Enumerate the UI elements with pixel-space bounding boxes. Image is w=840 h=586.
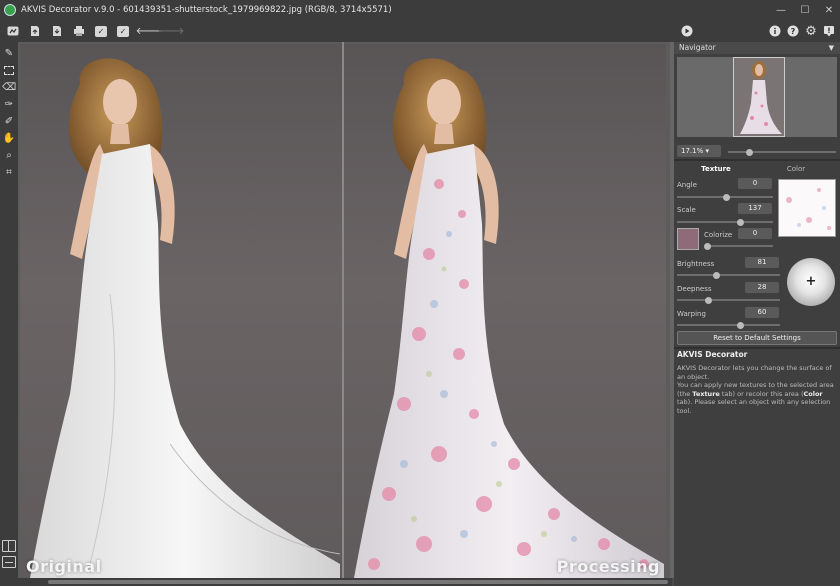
processing-label: Processing	[556, 557, 660, 576]
deepness-label: Deepness	[677, 285, 712, 293]
mode-tabs: Texture Color	[674, 162, 840, 176]
separator	[674, 347, 840, 349]
colorize-input[interactable]: 0	[738, 228, 772, 239]
eraser-icon[interactable]: ⌫	[2, 80, 16, 94]
scrollbar-thumb[interactable]	[48, 580, 668, 584]
settings-icon[interactable]: ⚙	[802, 22, 820, 40]
home-icon[interactable]	[4, 22, 22, 40]
selection-brush-icon[interactable]: ✎	[2, 46, 16, 60]
run-icon[interactable]	[678, 22, 696, 40]
angle-slider-knob[interactable]	[723, 193, 730, 201]
zoom-icon[interactable]: ⌕	[2, 148, 16, 162]
crop-icon[interactable]: ⌗	[2, 165, 16, 179]
brightness-label: Brightness	[677, 260, 715, 268]
light-direction-control[interactable]: +	[787, 258, 835, 306]
minimize-button[interactable]: —	[768, 0, 794, 20]
reset-defaults-button[interactable]: Reset to Default Settings	[677, 331, 837, 345]
warping-input[interactable]: 60	[745, 307, 779, 318]
angle-label: Angle	[677, 181, 697, 189]
original-label: Original	[26, 557, 102, 576]
help-text: AKVIS Decorator lets you change the surf…	[677, 364, 837, 415]
original-pane[interactable]: Original	[20, 44, 342, 578]
window-title: AKVIS Decorator v.9.0 - 601439351-shutte…	[21, 5, 392, 15]
title-bar: AKVIS Decorator v.9.0 - 601439351-shutte…	[0, 0, 840, 20]
warping-slider[interactable]	[677, 321, 780, 329]
chevron-down-icon[interactable]: ▼	[829, 42, 834, 54]
app-logo-icon	[4, 4, 16, 16]
magic-brush-icon[interactable]: ✐	[2, 114, 16, 128]
zoom-value: 17.1%	[681, 147, 704, 155]
brightness-slider[interactable]	[677, 271, 780, 279]
scale-slider[interactable]	[677, 218, 773, 226]
help-title: AKVIS Decorator	[677, 350, 748, 359]
scale-slider-knob[interactable]	[737, 218, 744, 226]
horizontal-scrollbar[interactable]	[18, 578, 672, 586]
zoom-slider[interactable]	[728, 148, 836, 156]
main-toolbar: ✓ ✓ 🡐 🡒 ? ⚙	[0, 20, 840, 42]
rect-selection-icon[interactable]	[2, 63, 16, 77]
split-view-icon[interactable]	[2, 540, 16, 552]
bucket-icon[interactable]: ✑	[2, 97, 16, 111]
warping-slider-knob[interactable]	[737, 321, 744, 329]
batch-icon[interactable]: ✓	[92, 22, 110, 40]
hand-icon[interactable]: ✋	[2, 131, 16, 145]
maximize-button[interactable]: ☐	[792, 0, 818, 20]
settings-panel: Navigator ▼ 17.1% ▾ Texture Color Angle …	[674, 42, 840, 586]
tab-texture[interactable]: Texture	[694, 162, 738, 176]
tool-palette: ✎ ⌫ ✑ ✐ ✋ ⌕ ⌗	[0, 42, 18, 586]
deepness-slider[interactable]	[677, 296, 780, 304]
colorize-color-swatch[interactable]	[677, 228, 699, 250]
deepness-input[interactable]: 28	[745, 282, 779, 293]
zoom-slider-knob[interactable]	[746, 148, 753, 156]
navigator-title: Navigator	[679, 43, 716, 52]
save-file-icon[interactable]	[48, 22, 66, 40]
print-icon[interactable]	[70, 22, 88, 40]
colorize-label: Colorize	[704, 231, 733, 239]
preset-icon[interactable]: ✓	[114, 22, 132, 40]
svg-text:?: ?	[791, 27, 796, 36]
angle-slider[interactable]	[677, 193, 773, 201]
close-button[interactable]: ✕	[816, 0, 840, 20]
notifications-icon[interactable]	[820, 22, 838, 40]
scale-label: Scale	[677, 206, 696, 214]
open-file-icon[interactable]	[26, 22, 44, 40]
undo-icon[interactable]: 🡐	[136, 22, 163, 40]
redo-icon[interactable]: 🡒	[158, 22, 185, 40]
help-line-2: You can apply new textures to the select…	[677, 381, 834, 415]
original-photo	[30, 58, 341, 578]
scale-input[interactable]: 137	[738, 203, 772, 214]
image-canvas[interactable]: Original Processing	[18, 42, 672, 578]
brightness-input[interactable]: 81	[745, 257, 779, 268]
processed-photo	[354, 58, 664, 578]
navigator-preview[interactable]	[677, 57, 837, 137]
info-icon[interactable]	[766, 22, 784, 40]
light-source-icon: +	[805, 274, 817, 289]
separator	[674, 159, 840, 161]
deepness-slider-knob[interactable]	[705, 296, 712, 304]
processing-pane[interactable]: Processing	[344, 44, 666, 578]
texture-preview[interactable]	[778, 179, 836, 237]
tab-color[interactable]: Color	[774, 162, 818, 176]
angle-input[interactable]: 0	[738, 178, 772, 189]
navigator-thumbnail[interactable]	[733, 57, 785, 137]
single-view-icon[interactable]	[2, 556, 16, 568]
brightness-slider-knob[interactable]	[713, 271, 720, 279]
help-line-1: AKVIS Decorator lets you change the surf…	[677, 364, 832, 381]
navigator-header[interactable]: Navigator ▼	[674, 42, 840, 54]
help-icon[interactable]: ?	[784, 22, 802, 40]
colorize-slider-knob[interactable]	[704, 242, 711, 250]
zoom-dropdown[interactable]: 17.1% ▾	[677, 145, 721, 157]
warping-label: Warping	[677, 310, 706, 318]
colorize-slider[interactable]	[704, 242, 773, 250]
